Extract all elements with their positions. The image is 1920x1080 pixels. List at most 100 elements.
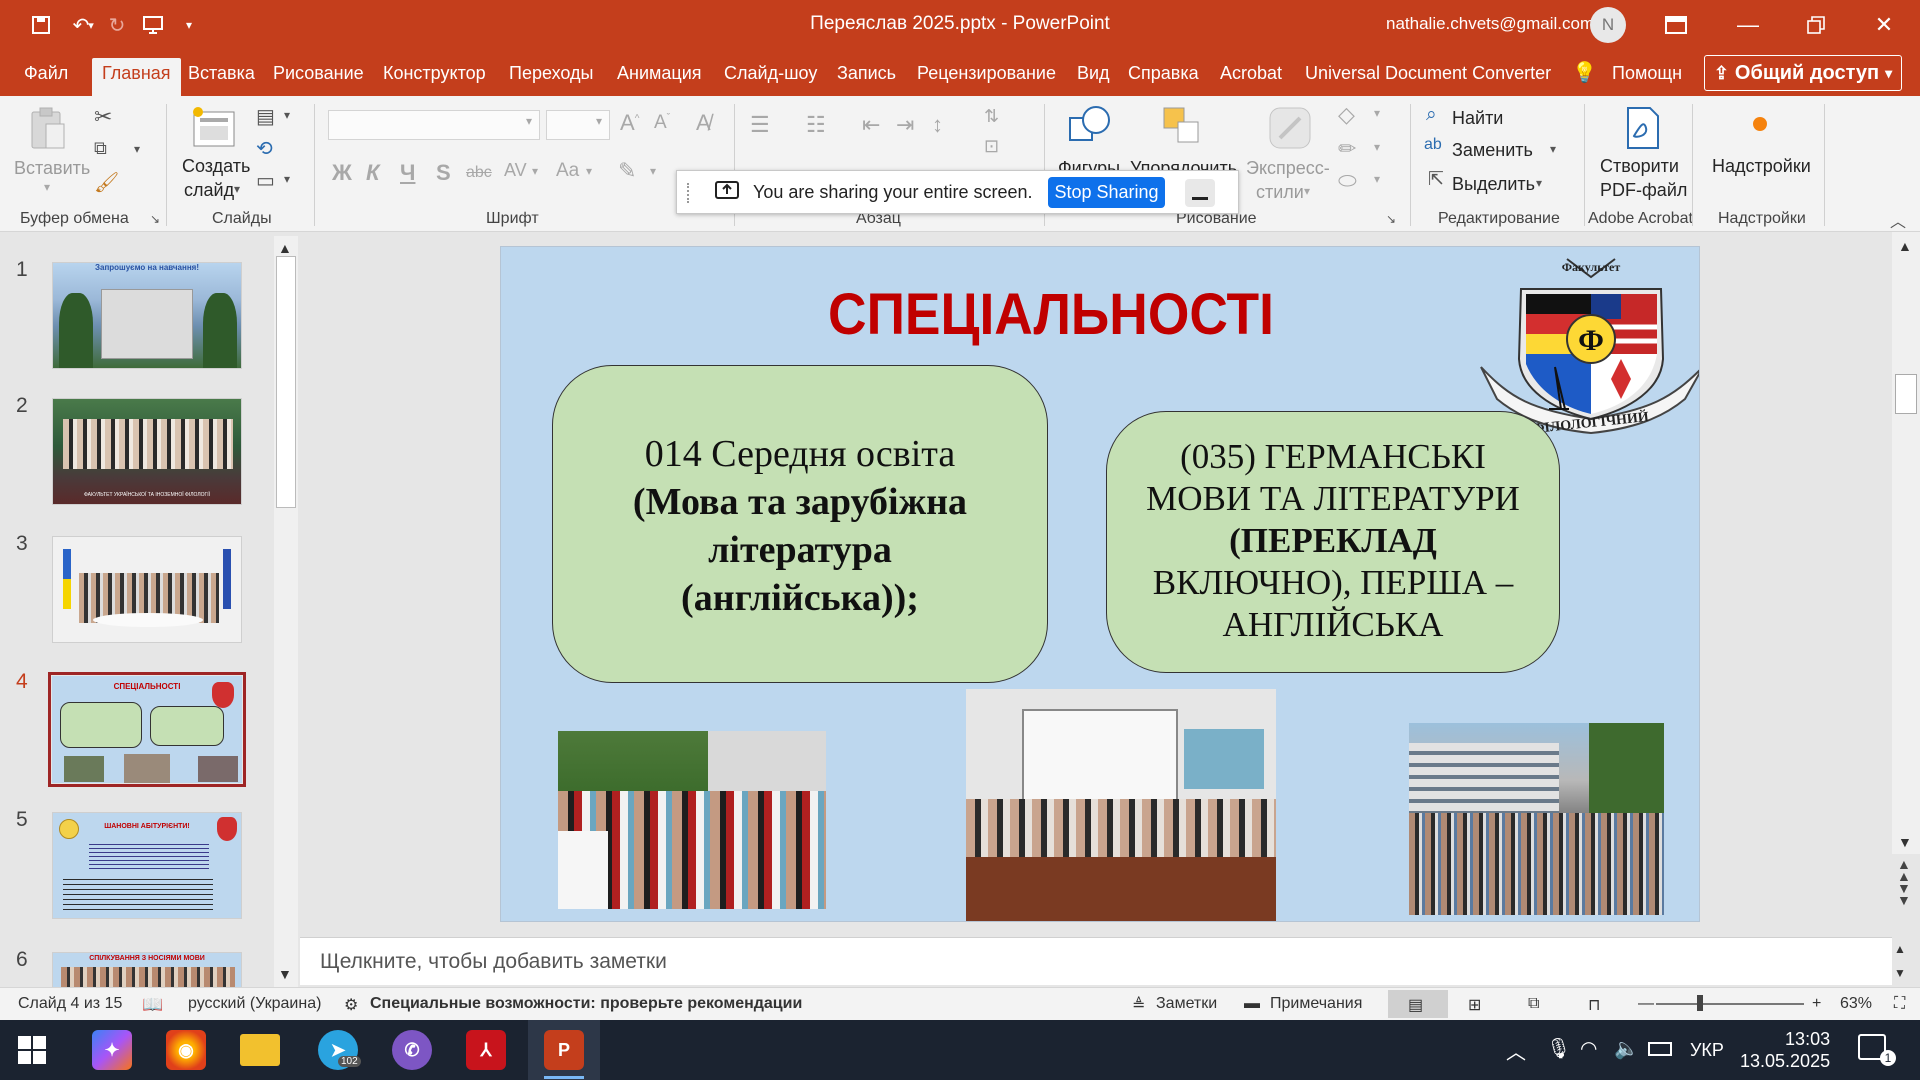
select-dropdown-icon[interactable]: ▾ bbox=[1536, 176, 1542, 190]
increase-indent-icon[interactable]: ⇥ bbox=[896, 112, 914, 138]
thumbnail-scroll-thumb[interactable] bbox=[276, 256, 296, 508]
account-email[interactable]: nathalie.chvets@gmail.com bbox=[1386, 14, 1594, 34]
quick-styles-label-line2[interactable]: стили bbox=[1256, 182, 1304, 203]
scroll-down-icon[interactable]: ▼ bbox=[278, 966, 292, 982]
file-explorer-icon[interactable] bbox=[240, 1034, 280, 1066]
reset-icon[interactable]: ⟲ bbox=[256, 136, 273, 161]
spelling-check-icon[interactable]: 📖 bbox=[142, 995, 163, 1015]
quick-styles-label-line1[interactable]: Экспресс- bbox=[1246, 158, 1330, 179]
bullets-icon[interactable]: ☰ bbox=[750, 112, 770, 138]
font-name-dropdown-icon[interactable]: ▾ bbox=[526, 114, 532, 128]
new-slide-label-line2[interactable]: слайд bbox=[184, 180, 234, 201]
chevron-up-icon[interactable]: ︿ bbox=[1506, 1036, 1526, 1065]
tab-design[interactable]: Конструктор bbox=[383, 58, 486, 96]
section-icon[interactable]: ▭ bbox=[256, 168, 275, 193]
section-dropdown-icon[interactable]: ▾ bbox=[284, 172, 290, 186]
replace-button[interactable]: Заменить bbox=[1452, 140, 1533, 161]
bold-icon[interactable]: Ж bbox=[332, 160, 352, 186]
new-slide-label-line1[interactable]: Создать bbox=[182, 156, 250, 177]
quick-styles-icon[interactable] bbox=[1266, 104, 1314, 158]
students-photo-2[interactable] bbox=[966, 689, 1276, 921]
shape-fill-dropdown-icon[interactable]: ▾ bbox=[1374, 106, 1380, 120]
slide-sorter-icon[interactable]: ⊞ bbox=[1468, 995, 1481, 1015]
zoom-out-icon[interactable]: — bbox=[1638, 995, 1654, 1013]
lightbulb-icon[interactable]: 💡 bbox=[1572, 58, 1597, 96]
language-indicator[interactable]: русский (Украина) bbox=[188, 995, 321, 1013]
close-icon[interactable]: ✕ bbox=[1854, 0, 1914, 50]
font-size-dropdown-icon[interactable]: ▾ bbox=[596, 114, 602, 128]
paste-button[interactable]: Вставить bbox=[14, 158, 90, 179]
tab-review[interactable]: Рецензирование bbox=[917, 58, 1056, 96]
align-text-icon[interactable]: ⊡ bbox=[984, 136, 999, 157]
shape-outline-icon[interactable]: ✏ bbox=[1338, 136, 1356, 162]
slide-thumbnail-4[interactable]: СПЕЦІАЛЬНОСТІ bbox=[52, 676, 242, 783]
arrange-icon[interactable] bbox=[1160, 104, 1206, 154]
character-spacing-icon[interactable]: AV bbox=[504, 160, 527, 181]
numbering-icon[interactable]: ☷ bbox=[806, 112, 826, 138]
slide-scroll-thumb[interactable] bbox=[1895, 374, 1917, 414]
specialty-box-2[interactable]: (035) ГЕРМАНСЬКІ МОВИ ТА ЛІТЕРАТУРИ (ПЕР… bbox=[1106, 411, 1560, 673]
text-direction-icon[interactable]: ⇅ bbox=[984, 106, 999, 127]
zoom-slider-thumb[interactable] bbox=[1697, 995, 1703, 1011]
shape-effects-dropdown-icon[interactable]: ▾ bbox=[1374, 172, 1380, 186]
restore-icon[interactable] bbox=[1786, 0, 1846, 50]
comments-toggle[interactable]: Примечания bbox=[1270, 995, 1362, 1013]
microphone-icon[interactable]: 🎙 bbox=[1546, 1036, 1571, 1061]
tab-universal-document-converter[interactable]: Universal Document Converter bbox=[1305, 58, 1551, 96]
notes-scroll-down-icon[interactable]: ▼ bbox=[1894, 966, 1906, 980]
tab-acrobat[interactable]: Acrobat bbox=[1220, 58, 1282, 96]
accessibility-status[interactable]: Специальные возможности: проверьте реком… bbox=[370, 995, 802, 1013]
viber-icon[interactable]: ✆ bbox=[392, 1030, 432, 1070]
zoom-level[interactable]: 63% bbox=[1840, 995, 1872, 1013]
zoom-in-icon[interactable]: + bbox=[1812, 995, 1821, 1013]
slide-thumbnail-2[interactable]: ФАКУЛЬТЕТ УКРАЇНСЬКОЇ ТА ІНОЗЕМНОЇ ФІЛОЛ… bbox=[52, 398, 242, 505]
collapse-ribbon-icon[interactable]: ︿ bbox=[1890, 208, 1906, 232]
zoom-slider-track[interactable] bbox=[1656, 1003, 1804, 1005]
clock[interactable]: 13:03 13.05.2025 bbox=[1740, 1028, 1830, 1072]
tab-animations[interactable]: Анимация bbox=[617, 58, 702, 96]
scroll-down-icon[interactable]: ▼ bbox=[1898, 834, 1912, 850]
clear-formatting-icon[interactable]: A̸ bbox=[696, 110, 711, 136]
format-painter-icon[interactable]: 🖌 bbox=[94, 170, 119, 195]
find-icon[interactable]: ⌕ bbox=[1426, 104, 1437, 126]
redo-icon[interactable]: ↻ bbox=[102, 10, 132, 40]
slideshow-view-icon[interactable]: ⊓ bbox=[1588, 995, 1600, 1015]
replace-icon[interactable]: ab bbox=[1424, 136, 1442, 154]
addins-button[interactable]: Надстройки bbox=[1712, 156, 1811, 177]
tab-file[interactable]: Файл bbox=[24, 58, 68, 96]
notes-toggle-icon[interactable]: ≜ bbox=[1132, 995, 1145, 1015]
paste-dropdown-icon[interactable]: ▾ bbox=[44, 180, 50, 194]
font-name-input[interactable] bbox=[328, 110, 540, 140]
powerpoint-icon[interactable]: P bbox=[544, 1030, 584, 1070]
replace-dropdown-icon[interactable]: ▾ bbox=[1550, 142, 1556, 156]
drawing-launcher-icon[interactable]: ↘ bbox=[1386, 212, 1396, 226]
acrobat-icon[interactable]: ⅄ bbox=[466, 1030, 506, 1070]
reading-view-icon[interactable]: ⧉ bbox=[1528, 995, 1539, 1013]
select-icon[interactable]: ⇱ bbox=[1428, 168, 1444, 191]
share-button[interactable]: ⇪ Общий доступ ▾ bbox=[1704, 55, 1902, 91]
shape-fill-icon[interactable]: ◇ bbox=[1338, 102, 1355, 128]
tab-home[interactable]: Главная bbox=[92, 58, 181, 96]
shadow-icon[interactable]: S bbox=[436, 160, 451, 186]
notes-scroll-up-icon[interactable]: ▲ bbox=[1894, 942, 1906, 956]
line-spacing-icon[interactable]: ↕ bbox=[932, 112, 943, 138]
start-slideshow-icon[interactable] bbox=[138, 10, 168, 40]
increase-font-icon[interactable]: A^ bbox=[620, 110, 639, 136]
highlight-icon[interactable]: ✎ bbox=[618, 158, 636, 184]
character-spacing-dropdown-icon[interactable]: ▾ bbox=[532, 164, 538, 178]
volume-icon[interactable]: 🔈 bbox=[1614, 1036, 1639, 1061]
clipboard-launcher-icon[interactable]: ↘ bbox=[150, 212, 160, 226]
accessibility-icon[interactable]: ⚙ bbox=[344, 995, 358, 1015]
scroll-up-icon[interactable]: ▲ bbox=[278, 240, 292, 256]
addins-icon[interactable] bbox=[1752, 112, 1768, 138]
new-slide-icon[interactable] bbox=[190, 104, 242, 158]
shapes-icon[interactable] bbox=[1066, 104, 1114, 154]
create-pdf-label-line1[interactable]: Створити bbox=[1600, 156, 1679, 177]
fit-to-window-icon[interactable]: ⛶ bbox=[1894, 995, 1905, 1013]
ribbon-display-options-icon[interactable] bbox=[1646, 0, 1706, 50]
decrease-indent-icon[interactable]: ⇤ bbox=[862, 112, 880, 138]
slide-title[interactable]: СПЕЦІАЛЬНОСТІ bbox=[803, 281, 1300, 348]
copy-icon[interactable]: ⧉ bbox=[94, 138, 107, 159]
notes-pane[interactable]: Щелкните, чтобы добавить заметки ▲ ▼ bbox=[300, 937, 1906, 985]
cut-icon[interactable]: ✂ bbox=[94, 104, 112, 130]
